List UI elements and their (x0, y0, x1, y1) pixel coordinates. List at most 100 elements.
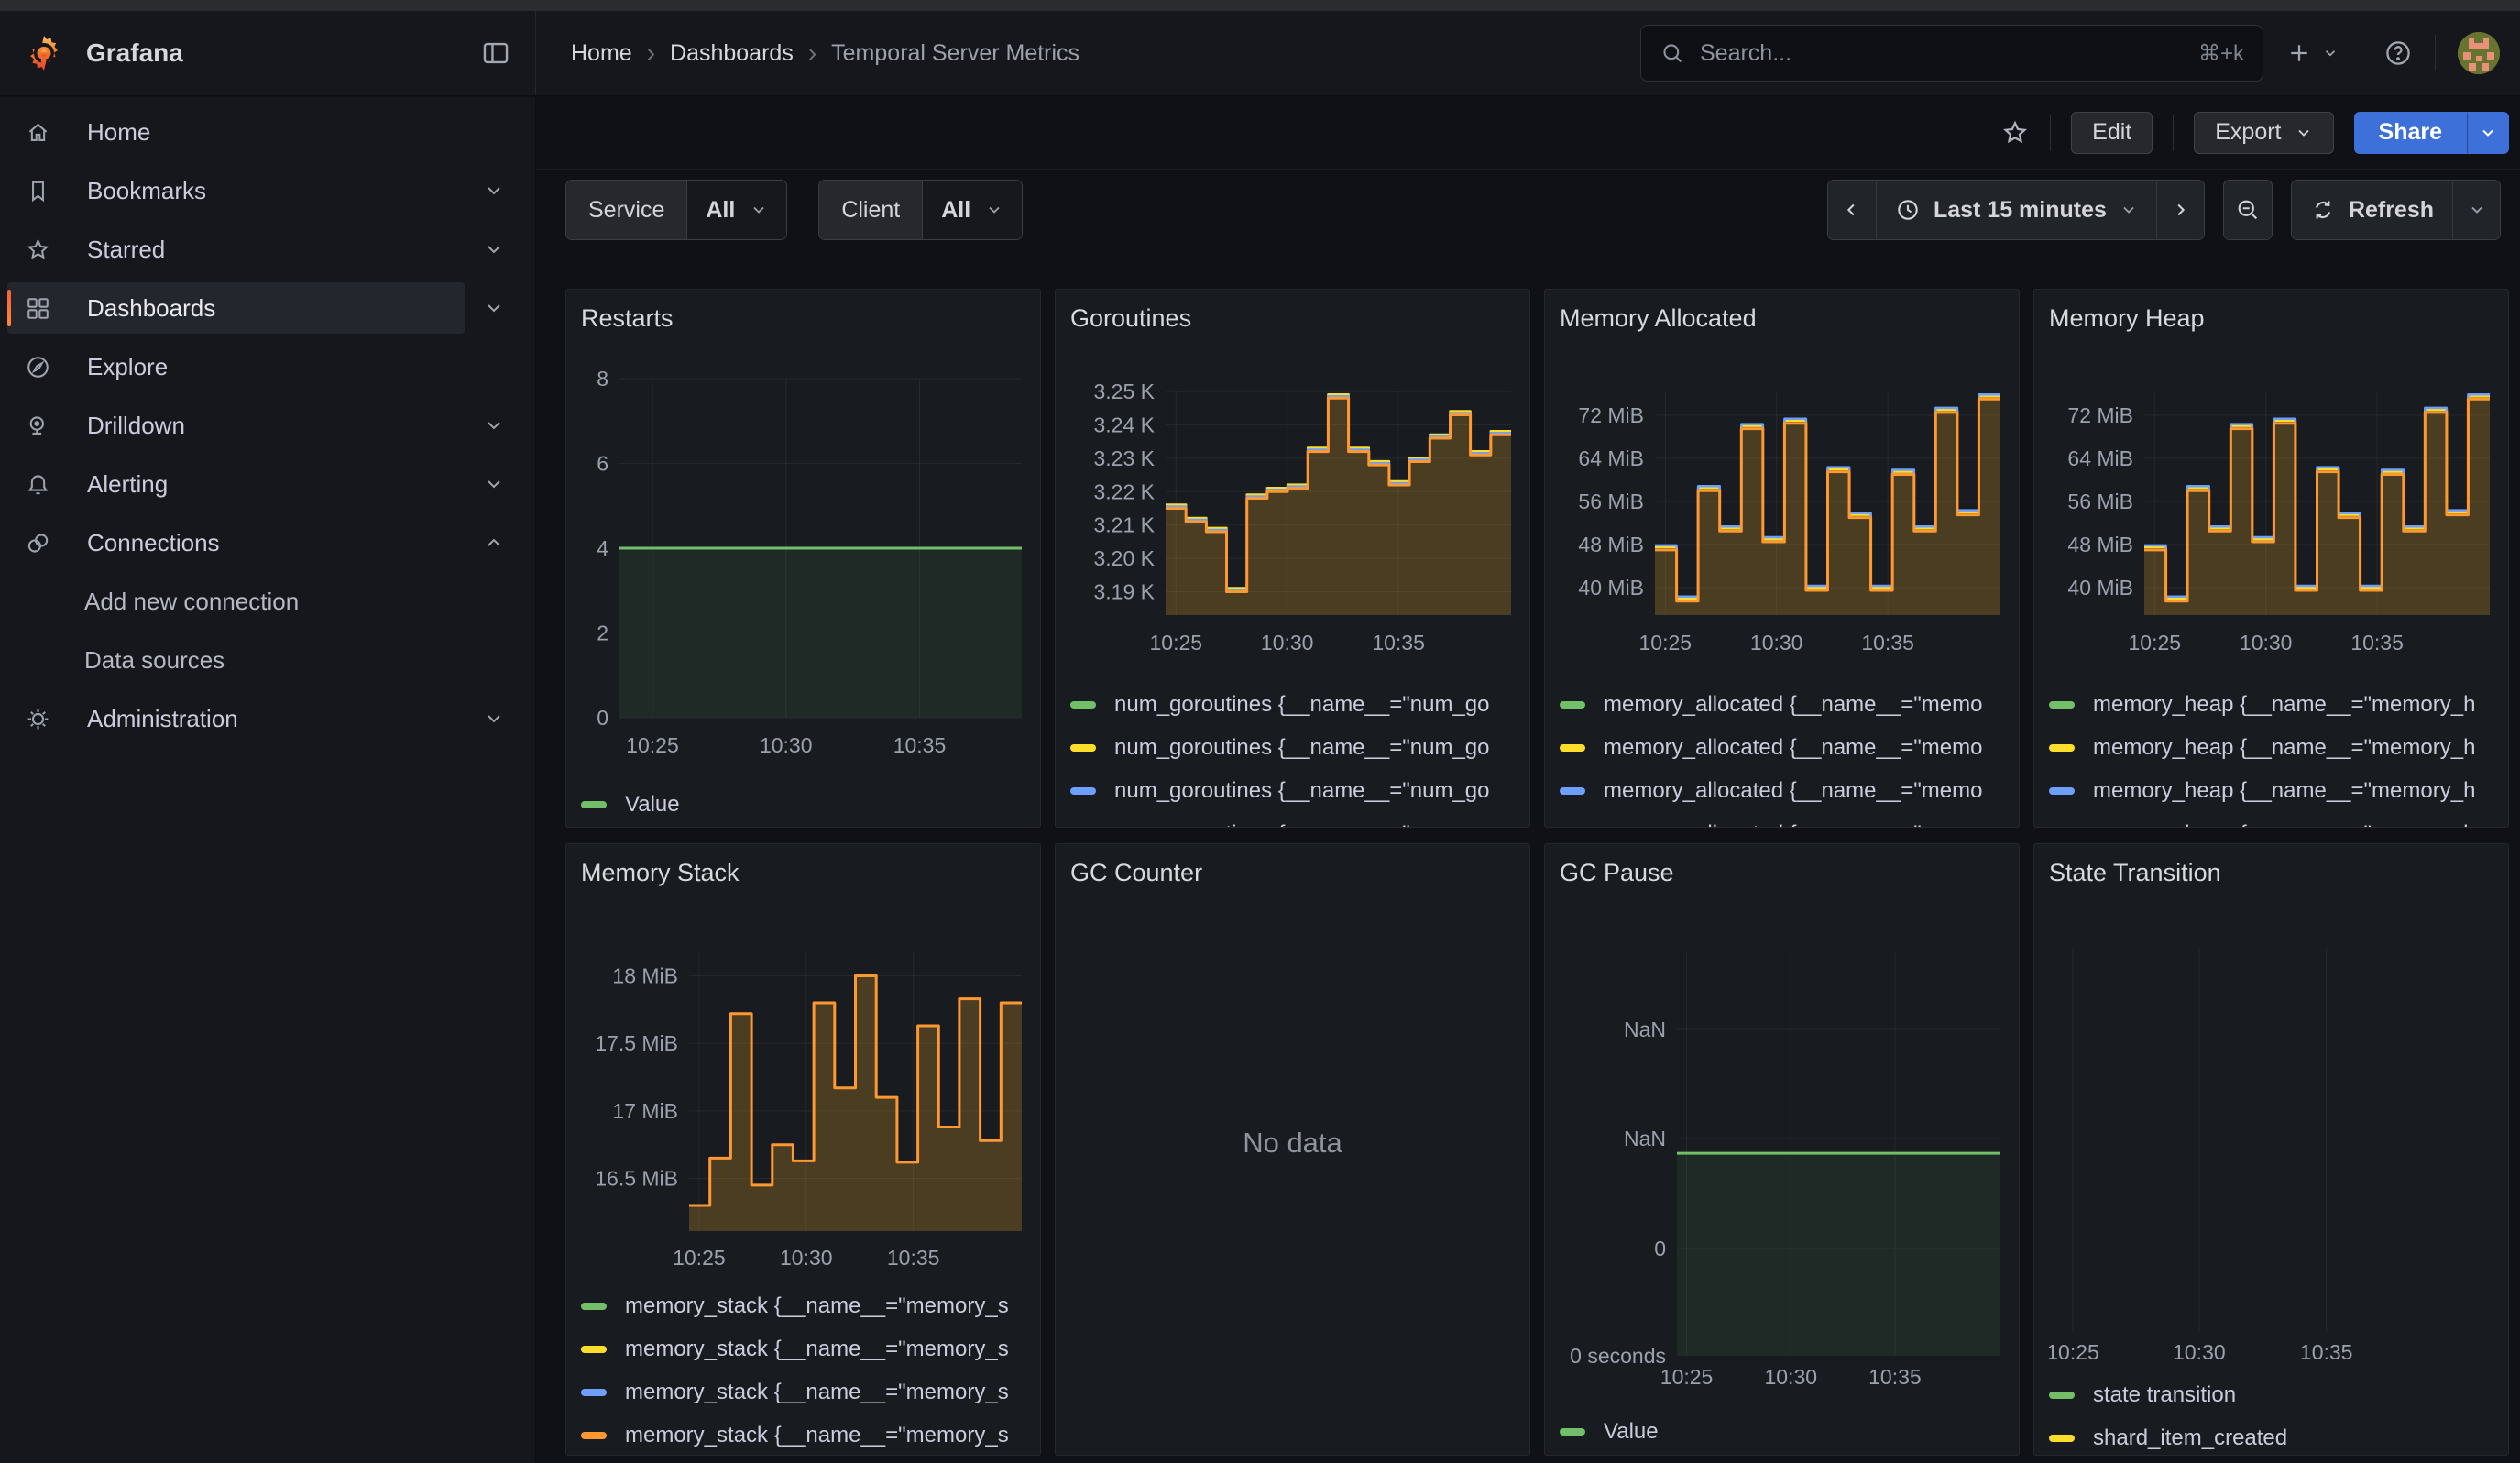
chevron-up-icon[interactable] (481, 530, 507, 556)
legend-label: num_goroutines {__name__="num_go (1114, 735, 1490, 761)
legend-item[interactable]: num_goroutines {__name__="num_go (1070, 820, 1515, 828)
svg-text:10:25: 10:25 (626, 733, 679, 757)
legend-item[interactable]: memory_allocated {__name__="memo (1560, 733, 2004, 763)
share-button[interactable]: Share (2354, 112, 2467, 154)
sidebar-item-data-sources[interactable]: Data sources (7, 634, 465, 686)
chart-canvas[interactable]: 18 MiB17.5 MiB17 MiB16.5 MiB10:2510:3010… (581, 901, 1027, 1277)
sidebar-item-explore[interactable]: Explore (7, 341, 465, 392)
chevron-down-icon[interactable] (481, 295, 507, 321)
chevron-down-icon[interactable] (481, 706, 507, 732)
panel-title[interactable]: Goroutines (1070, 301, 1515, 336)
chevron-right-icon (2170, 200, 2190, 220)
svg-text:NaN: NaN (1624, 1127, 1666, 1150)
legend-item[interactable]: memory_stack {__name__="memory_s (581, 1378, 1025, 1407)
chevron-down-icon[interactable] (481, 178, 507, 204)
sidebar-item-label: Bookmarks (87, 177, 206, 205)
chart-canvas[interactable]: NaNNaN00 seconds10:2510:3010:35 (1560, 901, 2006, 1401)
drilldown-icon (25, 412, 51, 439)
chart-canvas[interactable]: 72 MiB64 MiB56 MiB48 MiB40 MiB10:2510:30… (1560, 346, 2006, 658)
legend-item[interactable]: memory_heap {__name__="memory_h (2049, 733, 2493, 763)
legend-item[interactable]: memory_allocated {__name__="memo (1560, 690, 2004, 720)
time-controls: Last 15 minutes Refresh (1827, 180, 2501, 240)
legend-item[interactable]: num_goroutines {__name__="num_go (1070, 690, 1515, 720)
chart-canvas[interactable]: 3.25 K3.24 K3.23 K3.22 K3.21 K3.20 K3.19… (1070, 346, 1517, 658)
sidebar-item-administration[interactable]: Administration (7, 693, 465, 744)
breadcrumb-dashboards[interactable]: Dashboards (670, 40, 794, 67)
panel-legend: memory_allocated {__name__="memo memory_a… (1560, 690, 2004, 828)
chart-canvas[interactable]: 72 MiB64 MiB56 MiB48 MiB40 MiB10:2510:30… (2049, 346, 2495, 658)
chevron-down-icon[interactable] (481, 471, 507, 497)
svg-text:3.24 K: 3.24 K (1094, 412, 1156, 436)
sidebar-item-drilldown[interactable]: Drilldown (7, 400, 465, 451)
share-split-button: Share (2354, 112, 2509, 154)
chevron-down-icon[interactable] (481, 412, 507, 438)
svg-text:16.5 MiB: 16.5 MiB (595, 1167, 678, 1191)
time-shift-back-button[interactable] (1828, 181, 1876, 239)
legend-item[interactable]: num_goroutines {__name__="num_go (1070, 733, 1515, 763)
refresh-interval-chevron[interactable] (2452, 181, 2500, 239)
favorite-star-icon[interactable] (2000, 118, 2030, 148)
chart-canvas[interactable]: 10:2510:3010:35 (2049, 901, 2495, 1373)
legend-item[interactable]: memory_allocated {__name__="memo (1560, 820, 2004, 828)
panel-title[interactable]: Memory Allocated (1560, 301, 2004, 336)
svg-text:40 MiB: 40 MiB (1578, 576, 1644, 600)
legend-label: state transition (2093, 1382, 2236, 1408)
sidebar-item-add-new-connection[interactable]: Add new connection (7, 576, 465, 627)
panel-legend: Value (581, 790, 1025, 820)
search-input[interactable] (1700, 40, 2184, 67)
zoom-out-icon[interactable] (2224, 181, 2272, 239)
chevron-down-icon[interactable] (481, 236, 507, 262)
panel-title[interactable]: GC Counter (1070, 855, 1515, 890)
legend-item[interactable]: memory_heap {__name__="memory_h (2049, 820, 2493, 828)
chart-canvas[interactable]: 8642010:2510:3010:35 (581, 346, 1027, 777)
search-box[interactable]: ⌘+k (1640, 25, 2263, 82)
panel-title[interactable]: GC Pause (1560, 855, 2004, 890)
user-avatar[interactable] (2458, 32, 2500, 74)
sidebar-item-dashboards[interactable]: Dashboards (7, 282, 465, 334)
variable-service-dropdown[interactable]: All (687, 181, 786, 239)
help-icon[interactable] (2383, 38, 2413, 68)
legend-item[interactable]: memory_stack {__name__="memory_s (581, 1292, 1025, 1321)
svg-text:10:35: 10:35 (893, 733, 947, 757)
svg-text:17.5 MiB: 17.5 MiB (595, 1031, 678, 1055)
legend-item[interactable]: state transition (2049, 1380, 2493, 1410)
svg-text:10:25: 10:25 (1660, 1365, 1714, 1389)
legend-item[interactable]: memory_stack {__name__="memory_s (581, 1421, 1025, 1450)
panel-title[interactable]: State Transition (2049, 855, 2493, 890)
legend-item[interactable]: Value (1560, 1417, 2004, 1446)
legend-item[interactable]: shard_item_created (2049, 1424, 2493, 1453)
panel-title[interactable]: Memory Stack (581, 855, 1025, 890)
time-range-picker[interactable]: Last 15 minutes (1876, 181, 2156, 239)
sidebar-item-label: Add new connection (84, 588, 299, 616)
legend-item[interactable]: Value (581, 790, 1025, 820)
legend-item[interactable]: num_goroutines {__name__="num_go (1070, 776, 1515, 806)
time-range-group: Last 15 minutes (1827, 180, 2205, 240)
sidebar-item-label: Dashboards (87, 294, 215, 323)
export-button[interactable]: Export (2194, 112, 2333, 154)
legend-item[interactable]: memory_stack {__name__="memory_s (581, 1335, 1025, 1364)
legend-item[interactable]: memory_allocated {__name__="memo (1560, 776, 2004, 806)
add-new-button[interactable] (2285, 39, 2339, 67)
sidebar-item-home[interactable]: Home (7, 106, 465, 158)
refresh-button[interactable]: Refresh (2292, 181, 2452, 239)
sidebar-item-alerting[interactable]: Alerting (7, 458, 465, 510)
svg-text:10:25: 10:25 (1150, 631, 1203, 654)
series-color-marker (2049, 787, 2075, 795)
edit-button[interactable]: Edit (2071, 112, 2153, 154)
variable-client-dropdown[interactable]: All (923, 181, 1022, 239)
legend-item[interactable]: memory_heap {__name__="memory_h (2049, 690, 2493, 720)
sidebar-item-connections[interactable]: Connections (7, 517, 465, 568)
sidebar-item-starred[interactable]: Starred (7, 224, 465, 275)
breadcrumb-home[interactable]: Home (571, 40, 632, 67)
grafana-logo[interactable] (24, 33, 64, 73)
panel-title[interactable]: Memory Heap (2049, 301, 2493, 336)
time-shift-forward-button[interactable] (2156, 181, 2204, 239)
share-dropdown-chevron[interactable] (2467, 112, 2509, 154)
legend-item[interactable]: memory_heap {__name__="memory_h (2049, 776, 2493, 806)
svg-text:2: 2 (597, 622, 608, 645)
panel-title[interactable]: Restarts (581, 301, 1025, 336)
sidebar-item-bookmarks[interactable]: Bookmarks (7, 165, 465, 216)
svg-text:3.25 K: 3.25 K (1094, 380, 1156, 403)
dock-sidebar-toggle-icon[interactable] (480, 38, 511, 69)
breadcrumb-separator-icon: › (808, 44, 816, 62)
